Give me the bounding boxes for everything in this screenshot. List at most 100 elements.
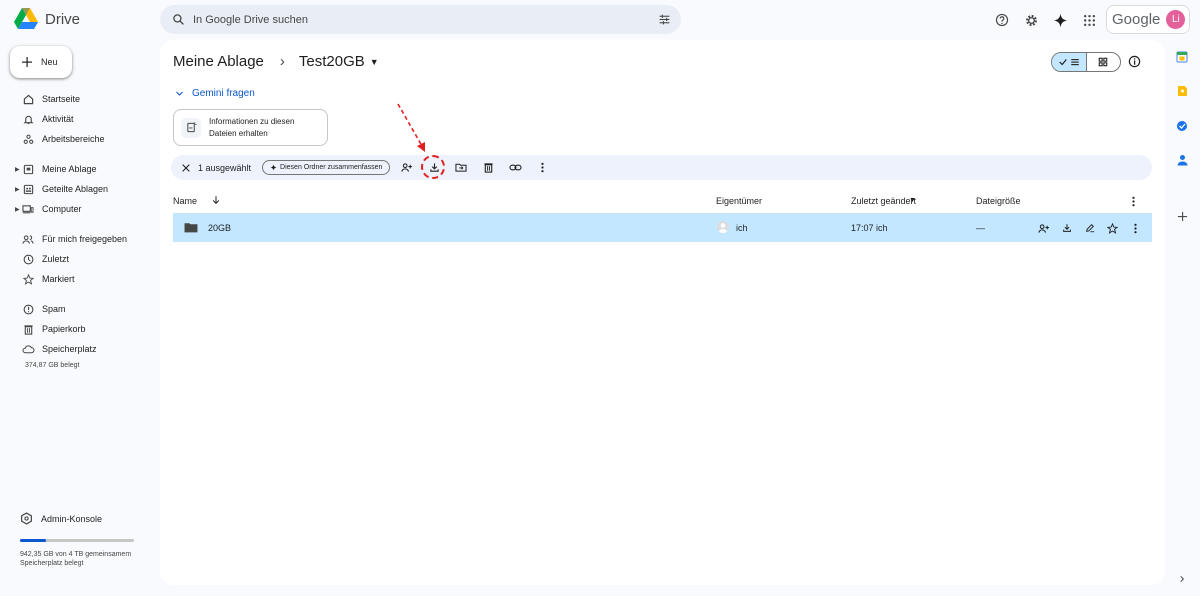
drive-logo[interactable]: Drive	[14, 8, 80, 30]
list-view-button[interactable]	[1052, 53, 1087, 71]
expand-arrow-icon[interactable]: ▶	[15, 166, 20, 173]
main-panel: Meine Ablage › Test20GB ▼ Gemini fragen …	[160, 40, 1165, 585]
sort-caret-icon[interactable]: ▼	[909, 197, 916, 204]
copy-link-icon[interactable]	[508, 161, 522, 175]
star-icon	[21, 272, 35, 286]
summarize-label: Diesen Ordner zusammenfassen	[280, 164, 383, 171]
clear-selection-icon[interactable]	[179, 161, 193, 175]
org-storage-fill	[20, 539, 47, 542]
file-insight-icon	[181, 117, 201, 138]
list-icon	[1071, 59, 1079, 66]
help-icon[interactable]	[992, 10, 1012, 30]
contacts-icon[interactable]	[1175, 153, 1189, 167]
trash-icon	[21, 322, 35, 336]
org-storage-bar	[20, 539, 134, 542]
storage-used-text: 374,87 GB belegt	[25, 362, 80, 369]
app-name: Drive	[45, 10, 81, 28]
row-download-icon[interactable]	[1060, 221, 1074, 235]
plus-icon	[22, 57, 32, 67]
gemini-suggestion-chip[interactable]: Informationen zu diesen Dateien erhalten	[173, 109, 328, 146]
calendar-icon[interactable]	[1175, 50, 1189, 64]
more-vert-icon[interactable]	[535, 161, 549, 175]
admin-console-link[interactable]: Admin-Konsole	[20, 512, 102, 525]
move-to-folder-icon[interactable]	[454, 161, 468, 175]
sidebar-item-trash[interactable]: Papierkorb	[0, 319, 158, 339]
sort-arrow-down-icon[interactable]	[211, 195, 221, 205]
delete-trash-icon[interactable]	[481, 161, 495, 175]
chevron-right-icon[interactable]	[1175, 572, 1189, 586]
annotation-arrow	[397, 103, 425, 152]
sidebar-item-spam[interactable]: Spam	[0, 299, 158, 319]
breadcrumb-root[interactable]: Meine Ablage	[173, 53, 264, 70]
gemini-expander[interactable]: Gemini fragen	[175, 88, 255, 99]
share-person-add-icon[interactable]	[400, 161, 414, 175]
computer-icon	[21, 202, 35, 216]
gemini-sparkle-icon[interactable]	[1050, 10, 1070, 30]
new-button[interactable]: Neu	[10, 46, 72, 78]
download-icon[interactable]	[421, 154, 446, 179]
expand-arrow-icon[interactable]: ▶	[15, 186, 20, 193]
owner-avatar-icon	[717, 221, 729, 233]
google-wordmark: Google	[1112, 11, 1161, 28]
row-owner: ich	[736, 223, 748, 233]
row-size: —	[976, 223, 985, 233]
sidebar-item-home[interactable]: Startseite	[0, 89, 158, 109]
bell-icon	[21, 112, 35, 126]
sidebar-item-starred[interactable]: Markiert	[0, 269, 158, 289]
search-icon[interactable]	[172, 13, 185, 26]
settings-gear-icon[interactable]	[1021, 10, 1041, 30]
sidebar-item-recent[interactable]: Zuletzt	[0, 249, 158, 269]
column-modified[interactable]: Zuletzt geändert	[851, 196, 916, 206]
org-storage-text: 942,35 GB von 4 TB gemeinsamem Speicherp…	[20, 551, 132, 567]
row-modified: 17:07 ich	[851, 223, 888, 233]
sidebar-item-activity[interactable]: Aktivität	[0, 109, 158, 129]
cloud-icon	[21, 342, 35, 356]
column-name[interactable]: Name	[173, 196, 197, 206]
clock-icon	[21, 252, 35, 266]
download-highlight-ring	[421, 154, 446, 179]
gemini-chip-text: Informationen zu diesen Dateien erhalten	[209, 116, 295, 138]
row-star-icon[interactable]	[1105, 221, 1119, 235]
chevron-right-icon: ›	[279, 53, 285, 70]
sidebar-item-my-drive[interactable]: ▶ Meine Ablage	[0, 159, 158, 179]
summarize-folder-button[interactable]: Diesen Ordner zusammenfassen	[262, 160, 391, 175]
new-button-label: Neu	[41, 57, 58, 67]
drive-logo-icon	[14, 8, 38, 29]
sidebar-item-storage[interactable]: Speicherplatz	[0, 339, 158, 359]
row-rename-icon[interactable]	[1083, 221, 1097, 235]
breadcrumb-current[interactable]: Test20GB	[299, 53, 365, 70]
sparkle-icon	[270, 164, 277, 171]
account-switcher[interactable]: Google Li	[1106, 5, 1190, 34]
row-more-vert-icon[interactable]	[1128, 221, 1142, 235]
keep-icon[interactable]	[1175, 84, 1189, 98]
table-row[interactable]: 20GB ich 17:07 ich —	[173, 213, 1152, 242]
gemini-label: Gemini fragen	[192, 88, 255, 99]
caret-down-icon[interactable]: ▼	[370, 57, 379, 67]
sidebar-item-shared-with-me[interactable]: Für mich freigegeben	[0, 229, 158, 249]
grid-icon	[1098, 57, 1108, 67]
workspaces-icon	[21, 132, 35, 146]
home-icon	[21, 92, 35, 106]
search-bar[interactable]	[160, 5, 681, 34]
row-share-icon[interactable]	[1037, 221, 1051, 235]
sidebar-item-computers[interactable]: ▶ Computer	[0, 199, 158, 219]
file-table-header: Name Eigentümer Zuletzt geändert ▼ Datei…	[173, 192, 1152, 212]
tasks-icon[interactable]	[1175, 119, 1189, 133]
expand-arrow-icon[interactable]: ▶	[15, 206, 20, 213]
search-input[interactable]	[193, 13, 633, 26]
my-drive-icon	[21, 162, 35, 176]
sidebar-item-shared-drives[interactable]: ▶ Geteilte Ablagen	[0, 179, 158, 199]
selection-toolbar: 1 ausgewählt Diesen Ordner zusammenfasse…	[171, 154, 1152, 180]
apps-grid-icon[interactable]	[1079, 10, 1099, 30]
column-size[interactable]: Dateigröße	[976, 196, 1021, 206]
grid-view-button[interactable]	[1087, 53, 1121, 71]
avatar[interactable]: Li	[1166, 10, 1186, 29]
column-owner[interactable]: Eigentümer	[716, 196, 762, 206]
search-options-icon[interactable]	[658, 13, 671, 26]
view-toggle[interactable]	[1051, 52, 1121, 72]
sidebar-item-workspaces[interactable]: Arbeitsbereiche	[0, 129, 158, 149]
column-options-icon[interactable]	[1132, 196, 1135, 207]
info-icon[interactable]	[1128, 55, 1141, 68]
admin-console-label: Admin-Konsole	[41, 513, 103, 524]
add-addon-plus-icon[interactable]	[1175, 209, 1189, 223]
